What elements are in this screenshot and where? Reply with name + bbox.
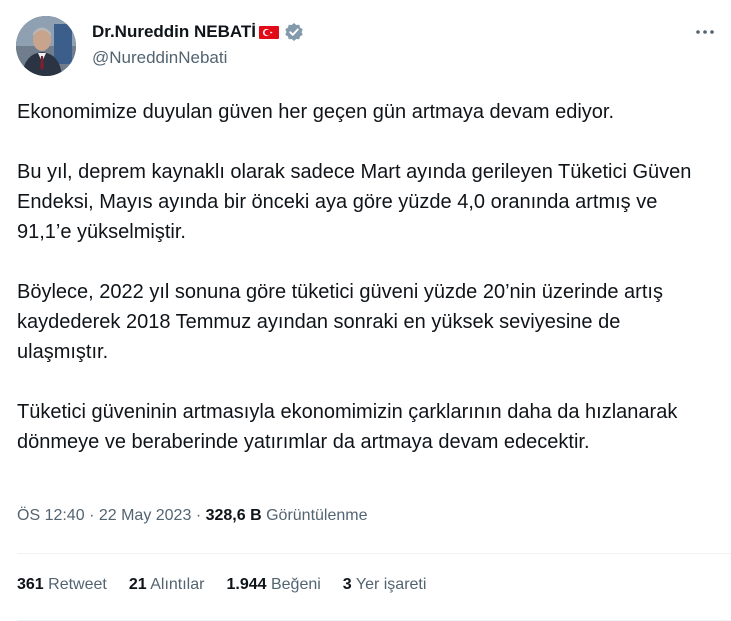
retweets-count: 361	[17, 576, 44, 593]
quotes-count: 21	[128, 576, 147, 593]
bookmarks-stat[interactable]: 3 Yer işareti	[343, 576, 427, 594]
tweet-paragraph-3: Böylece, 2022 yıl sonuna göre tüketici g…	[17, 281, 663, 363]
author-handle[interactable]: @NureddinNebati	[92, 48, 227, 68]
tweet-time[interactable]: ÖS 12:40	[17, 507, 85, 524]
likes-stat[interactable]: 1.944 Beğeni	[226, 576, 320, 594]
verified-badge-icon[interactable]	[284, 22, 304, 42]
avatar-image	[16, 16, 76, 76]
tweet-paragraph-4: Tüketici güveninin artmasıyla ekonomimiz…	[17, 401, 678, 453]
quotes-label: Alıntılar	[150, 576, 205, 593]
bookmarks-label: Yer işareti	[355, 576, 427, 593]
tweet: Dr.Nureddin NEBATİ @NureddinNebati Ekono…	[0, 0, 731, 621]
views-count: 328,6 B	[205, 507, 262, 524]
author-name-row: Dr.Nureddin NEBATİ	[92, 20, 304, 44]
more-options-icon[interactable]	[691, 22, 719, 42]
bookmarks-count: 3	[342, 576, 352, 593]
retweets-stat[interactable]: 361 Retweet	[17, 576, 107, 594]
likes-label: Beğeni	[270, 576, 321, 593]
quotes-stat[interactable]: 21 Alıntılar	[129, 576, 205, 594]
meta-separator: ·	[89, 507, 95, 524]
tweet-meta: ÖS 12:40 · 22 May 2023 · 328,6 B Görüntü…	[17, 507, 367, 525]
author-name[interactable]: Dr.Nureddin NEBATİ	[92, 22, 256, 42]
retweets-label: Retweet	[48, 576, 107, 593]
turkey-flag-icon	[258, 24, 280, 40]
engagement-stats: 361 Retweet 21 Alıntılar 1.944 Beğeni 3 …	[17, 576, 448, 594]
meta-separator: ·	[195, 507, 202, 524]
tweet-date[interactable]: 22 May 2023	[99, 507, 192, 524]
tweet-paragraph-2: Bu yıl, deprem kaynaklı olarak sadece Ma…	[17, 161, 692, 243]
likes-count: 1.944	[226, 576, 267, 593]
tweet-body: Ekonomimize duyulan güven her geçen gün …	[17, 97, 707, 457]
divider	[17, 553, 731, 554]
avatar[interactable]	[16, 16, 76, 76]
views-label: Görüntülenme	[266, 507, 368, 524]
tweet-paragraph-1: Ekonomimize duyulan güven her geçen gün …	[17, 101, 615, 123]
